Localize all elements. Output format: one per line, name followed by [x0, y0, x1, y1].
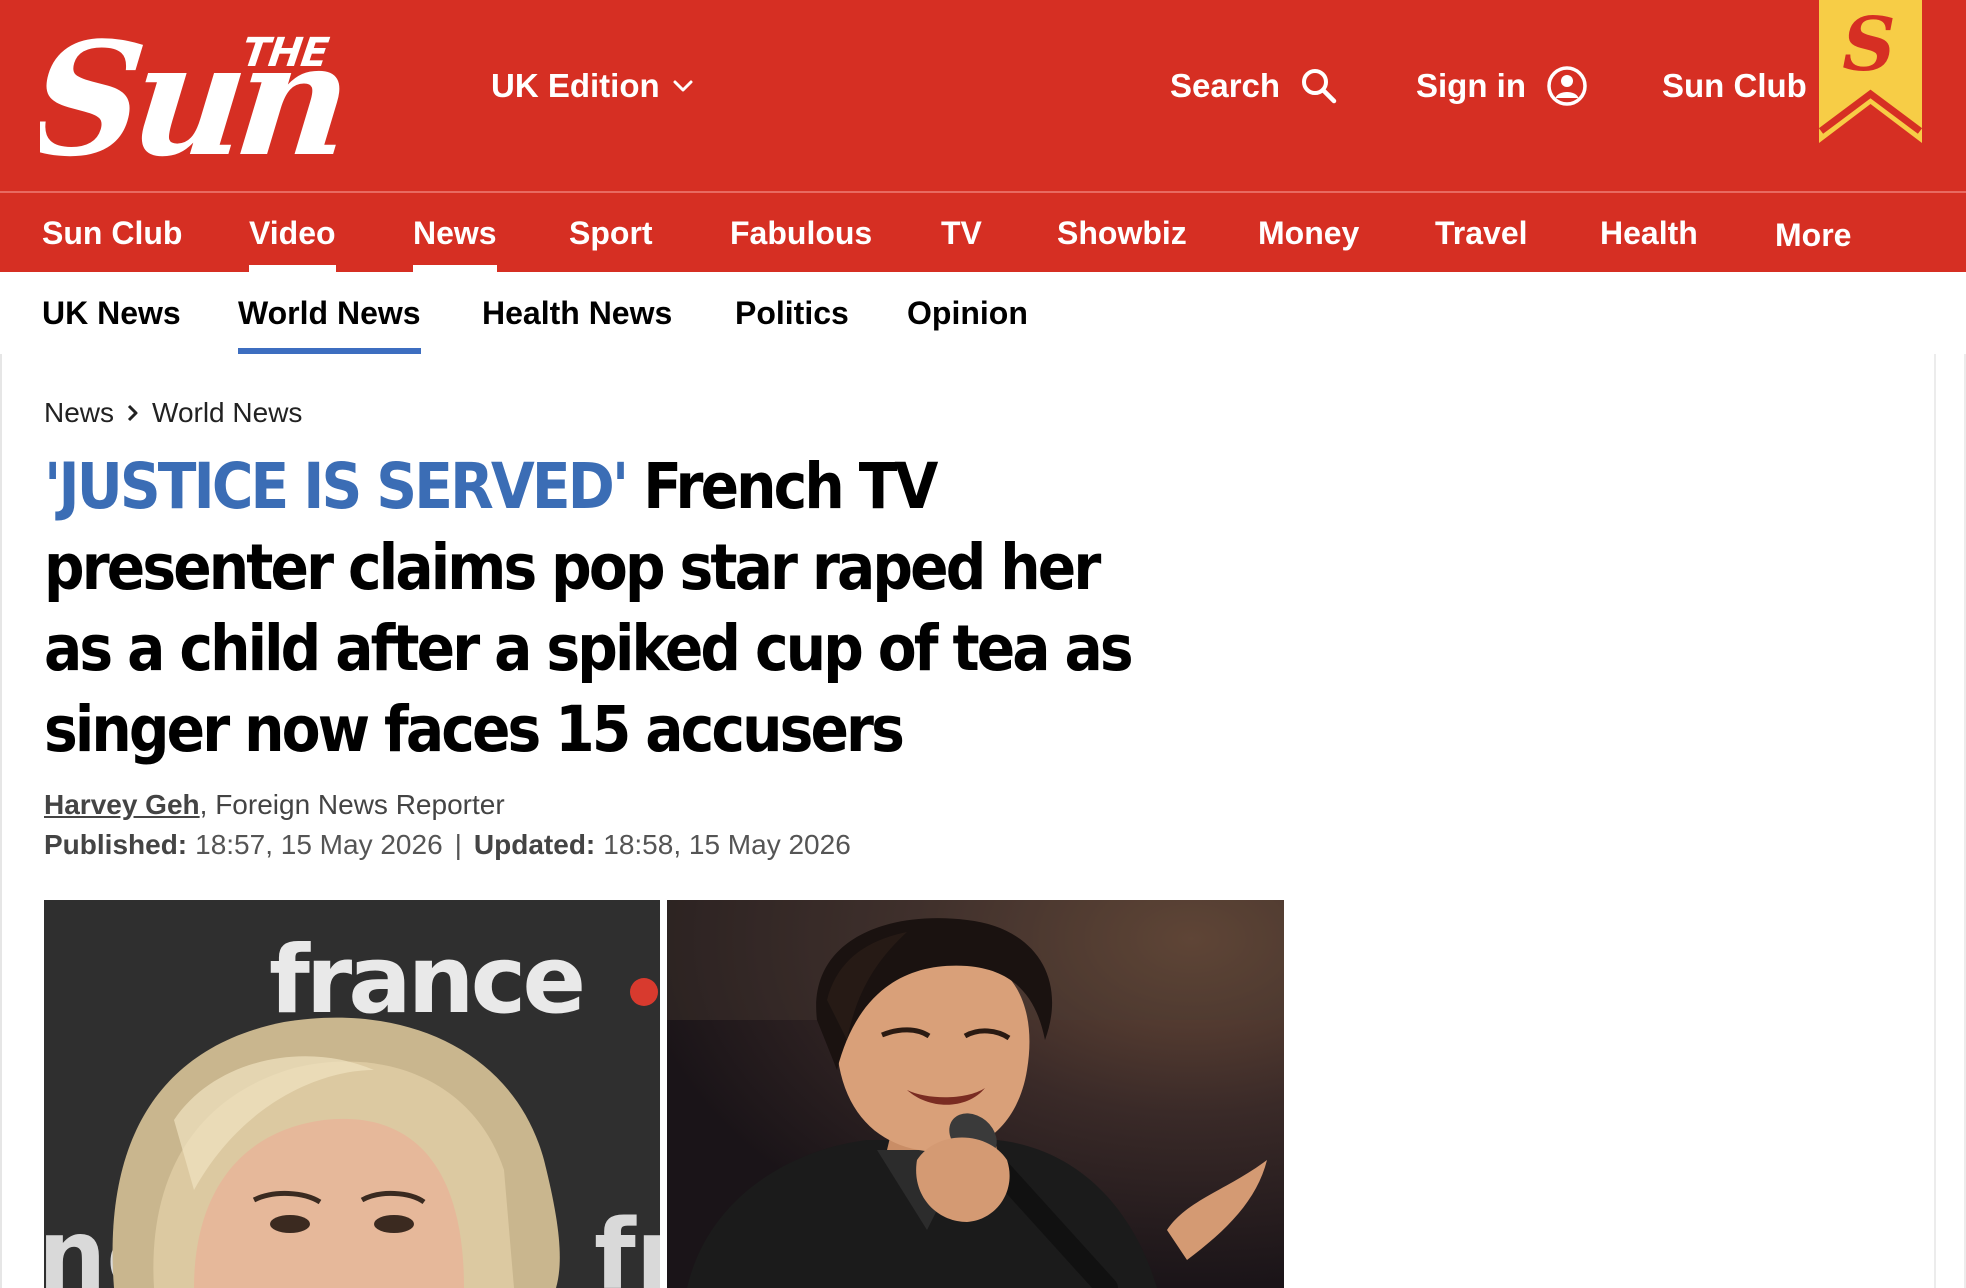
presenter-photo-illustration: france nc fr — [44, 900, 660, 1288]
search-icon — [1300, 67, 1338, 105]
subnav-item-health-news[interactable]: Health News — [482, 272, 672, 352]
nav-item-travel[interactable]: Travel — [1435, 193, 1528, 272]
singer-photo-illustration — [667, 900, 1284, 1288]
article-headline: 'JUSTICE IS SERVED' French TV presenter … — [44, 446, 1178, 770]
article-byline: Harvey Geh, Foreign News Reporter — [44, 787, 505, 823]
nav-item-fabulous[interactable]: Fabulous — [730, 193, 872, 272]
masthead: THE Sun UK Edition Search Sign in Sun Cl… — [0, 0, 1966, 191]
search-button[interactable]: Search — [1170, 62, 1338, 110]
date-separator: | — [454, 829, 462, 860]
search-label: Search — [1170, 67, 1281, 104]
edition-label: UK Edition — [491, 67, 660, 104]
subnav-item-uk-news[interactable]: UK News — [42, 272, 181, 352]
nav-item-sport[interactable]: Sport — [569, 193, 653, 272]
sun-club-link[interactable]: Sun Club — [1662, 64, 1807, 108]
article-image-presenter[interactable]: france nc fr — [44, 900, 660, 1288]
article-dates: Published: 18:57, 15 May 2026 | Updated:… — [44, 827, 851, 863]
secondary-navigation: UK News World News Health News Politics … — [0, 272, 1966, 354]
nav-item-showbiz[interactable]: Showbiz — [1057, 193, 1187, 272]
nav-item-news[interactable]: News — [413, 193, 497, 272]
nav-item-money[interactable]: Money — [1258, 193, 1359, 272]
subnav-item-politics[interactable]: Politics — [735, 272, 849, 352]
the-sun-logo-artwork: THE Sun — [40, 14, 350, 164]
edition-selector[interactable]: UK Edition — [491, 64, 694, 108]
breadcrumb-news[interactable]: News — [44, 397, 114, 429]
nav-item-tv[interactable]: TV — [941, 193, 982, 272]
nav-item-video[interactable]: Video — [249, 193, 336, 272]
primary-navigation: Sun Club Video News Sport Fabulous TV Sh… — [0, 193, 1966, 272]
logo-main-text: Sun — [40, 14, 350, 164]
headline-kicker: 'JUSTICE IS SERVED' — [44, 450, 629, 523]
sun-club-ribbon-badge[interactable]: S — [1818, 0, 1923, 143]
updated-value: 18:58, 15 May 2026 — [603, 829, 851, 860]
subnav-item-world-news[interactable]: World News — [238, 272, 421, 354]
nav-item-sun-club[interactable]: Sun Club — [42, 193, 182, 272]
breadcrumb-world-news[interactable]: World News — [152, 397, 302, 429]
chevron-down-icon — [673, 80, 693, 92]
sun-club-label: Sun Club — [1662, 67, 1807, 104]
updated-label: Updated: — [473, 829, 596, 860]
subnav-item-opinion[interactable]: Opinion — [907, 272, 1028, 352]
published-value: 18:57, 15 May 2026 — [195, 829, 443, 860]
published-label: Published: — [44, 829, 188, 860]
presenter-photo-partial-text-2: fr — [594, 1199, 660, 1288]
author-role: , Foreign News Reporter — [199, 789, 505, 820]
user-account-icon — [1546, 65, 1588, 107]
breadcrumb: News World News — [44, 394, 302, 432]
the-sun-logo[interactable]: THE Sun — [40, 14, 476, 164]
article-image-singer[interactable] — [667, 900, 1284, 1288]
chevron-right-icon — [126, 403, 140, 423]
author-link[interactable]: Harvey Geh — [44, 789, 200, 821]
sign-in-label: Sign in — [1416, 67, 1526, 104]
ribbon-letter: S — [1842, 2, 1895, 88]
nav-item-health[interactable]: Health — [1600, 193, 1698, 272]
sign-in-button[interactable]: Sign in — [1416, 62, 1588, 110]
nav-item-more[interactable]: More — [1775, 195, 1851, 274]
